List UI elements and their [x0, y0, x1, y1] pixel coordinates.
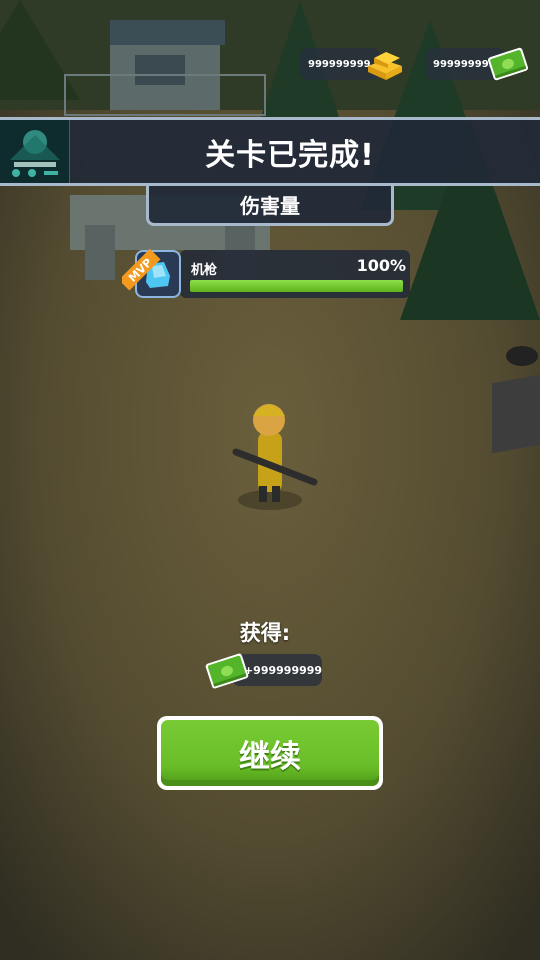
weapon-damage-row: 机枪 100%: [180, 250, 410, 298]
damage-tab-label: 伤害量: [240, 194, 300, 218]
continue-button[interactable]: 继续: [157, 716, 383, 790]
damage-percent: 100%: [356, 256, 406, 275]
damage-progress-bar: [190, 280, 403, 292]
reward-amount: +999999999: [243, 663, 323, 677]
level-thumbnail-icon: [0, 120, 70, 183]
weapon-name: 机枪: [191, 263, 218, 278]
continue-button-face[interactable]: 继续: [161, 720, 379, 786]
gold-bar-icon: [368, 52, 402, 80]
reward-label: 获得:: [239, 621, 291, 645]
level-complete-banner: 关卡已完成!: [0, 117, 540, 186]
damage-progress-fill: [190, 280, 403, 292]
continue-button-label: 继续: [239, 738, 301, 775]
damage-tab: 伤害量: [146, 186, 394, 226]
cash-stack-icon: [487, 47, 529, 81]
page-title: 关卡已完成!: [205, 137, 375, 173]
cash-stack-icon: [205, 653, 249, 689]
mvp-weapon-icon: MVP: [122, 248, 181, 298]
